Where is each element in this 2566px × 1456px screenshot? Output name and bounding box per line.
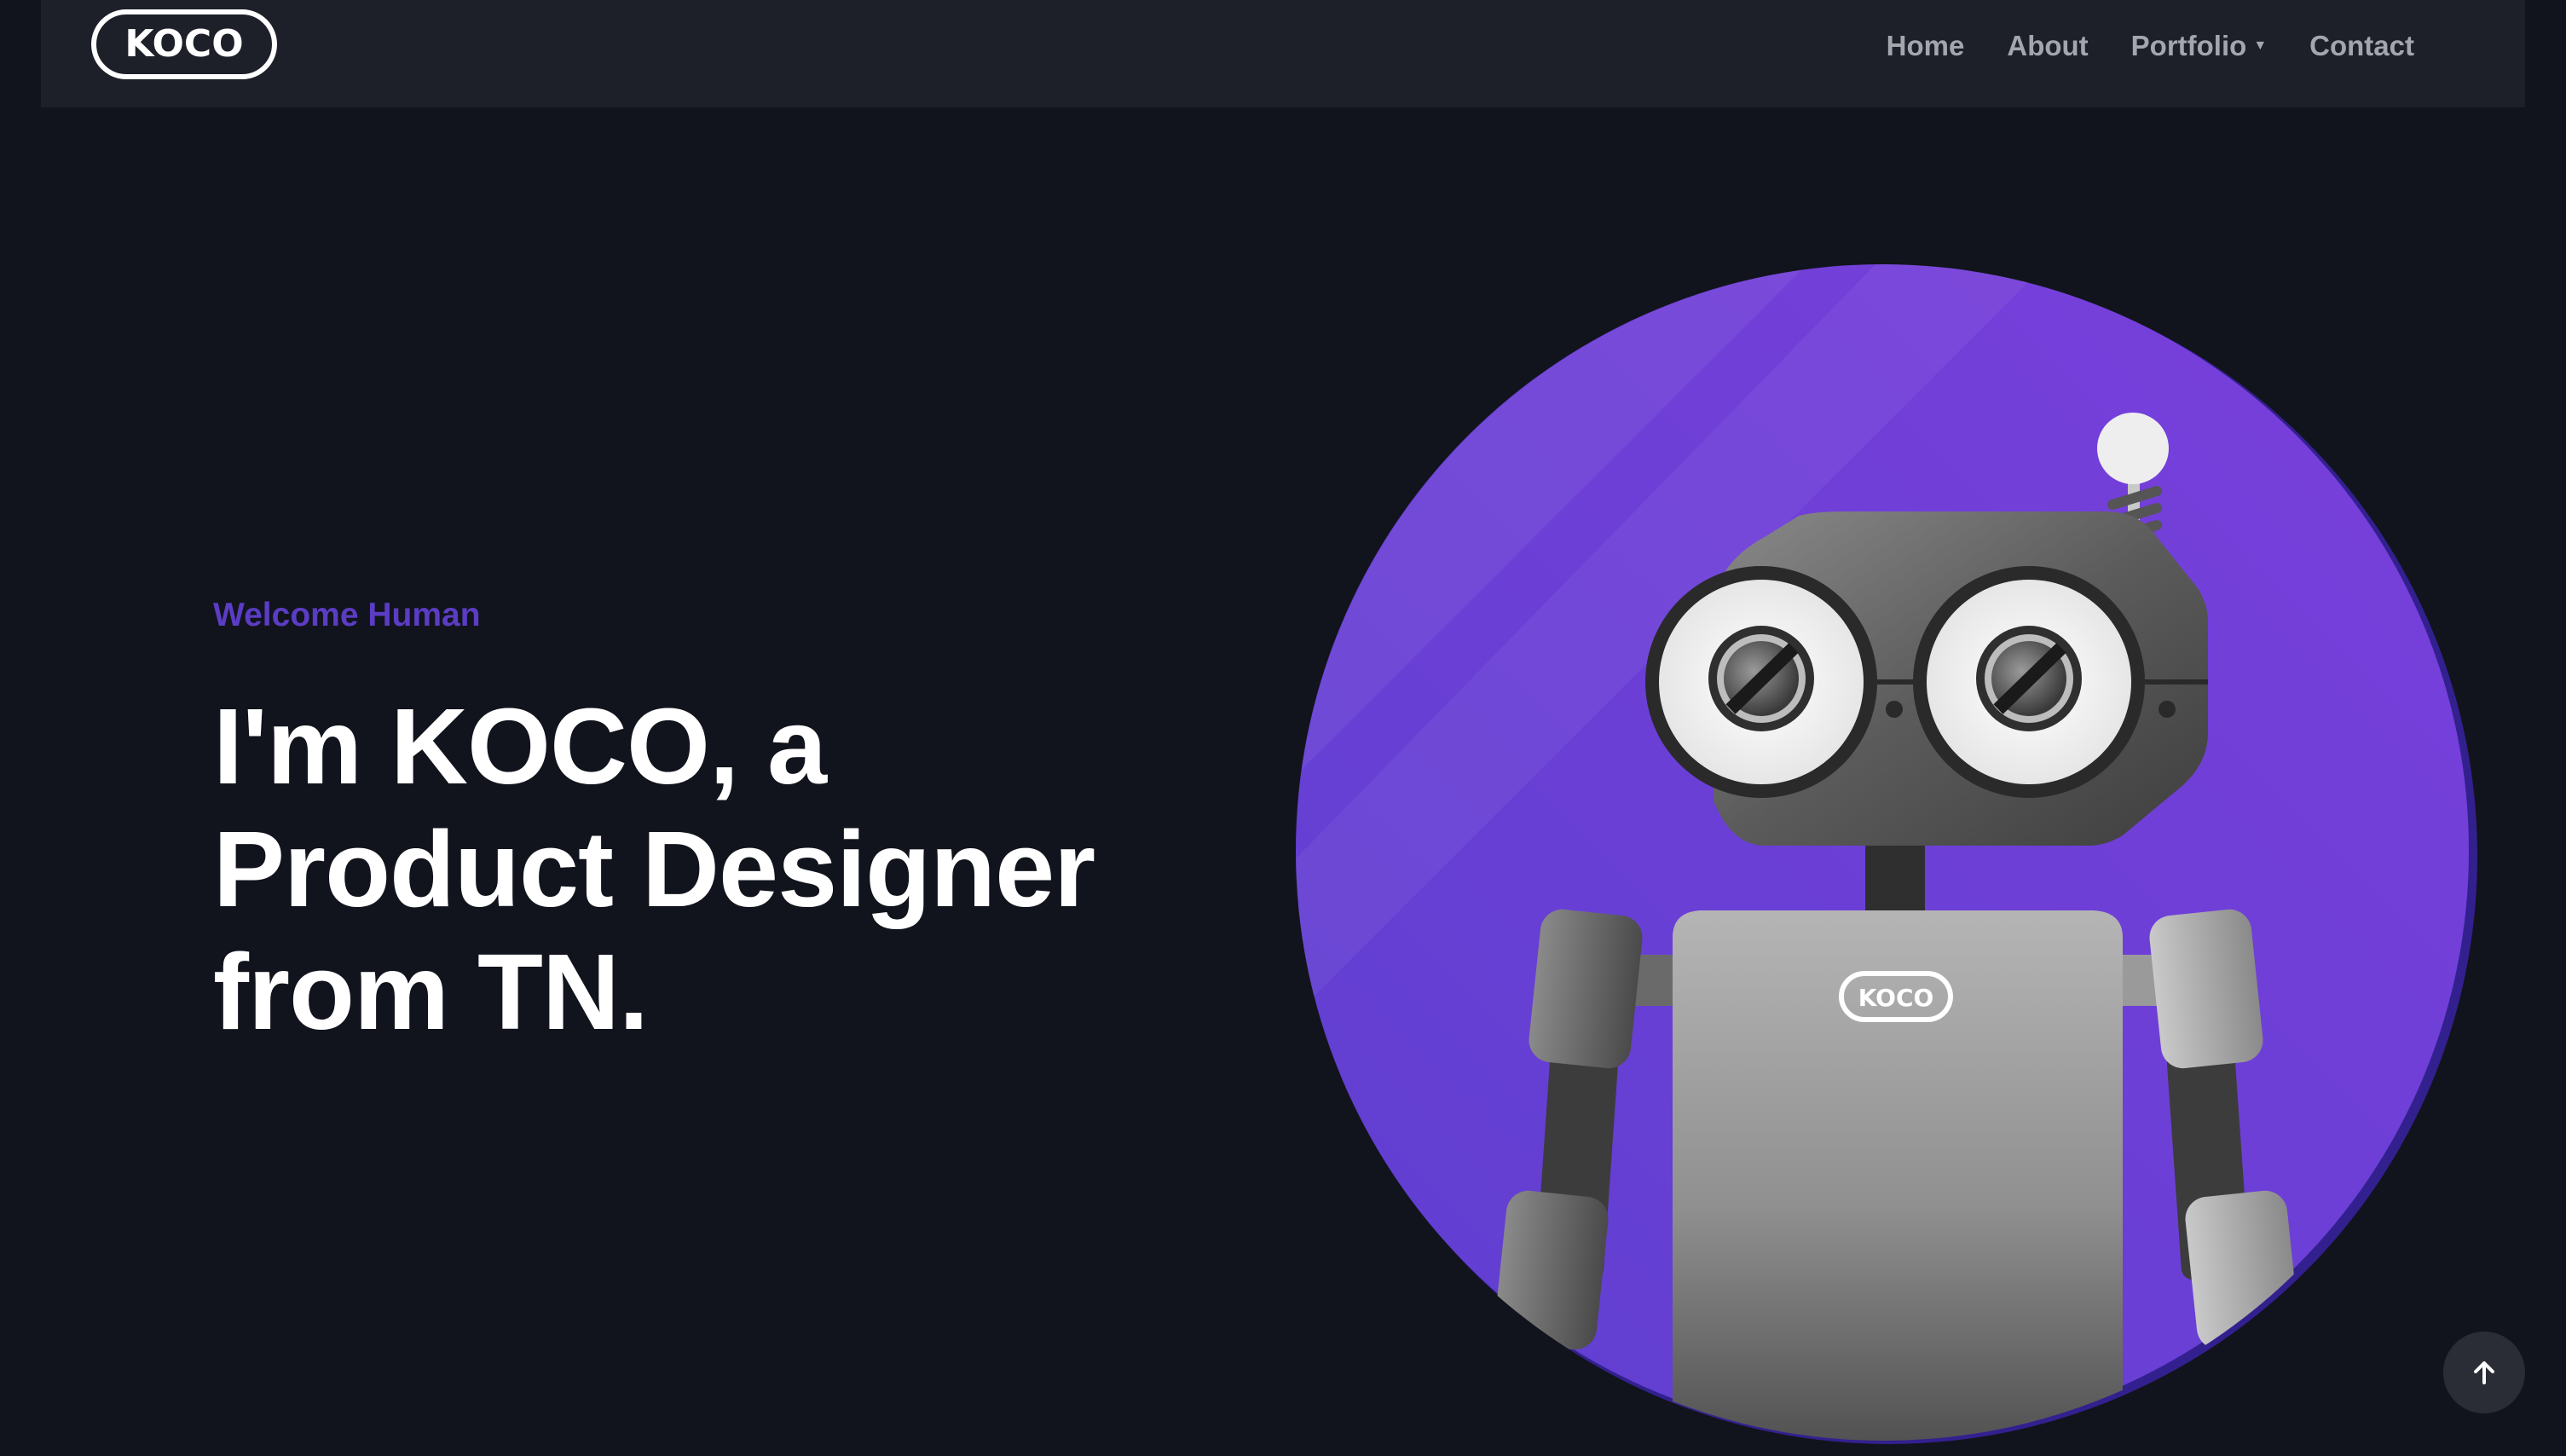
right-forearm xyxy=(2185,1190,2299,1350)
logo-text: KOCO xyxy=(124,22,243,66)
scroll-to-top-button[interactable] xyxy=(2443,1332,2525,1413)
nav-about-link[interactable]: About xyxy=(2007,30,2088,62)
caret-down-icon: ▼ xyxy=(2253,38,2268,53)
nav-contact-link[interactable]: Contact xyxy=(2309,30,2414,62)
hero-text: Welcome Human I'm KOCO, a Product Design… xyxy=(213,597,1095,1054)
left-forearm xyxy=(1494,1190,1609,1350)
nav-portfolio-label: Portfolio xyxy=(2130,30,2247,61)
right-eye xyxy=(1913,566,2145,798)
nav-about-label: About xyxy=(2007,30,2089,61)
nav-menu: Home About Portfolio ▼ Contact xyxy=(1844,26,2414,66)
koco-logo[interactable]: KOCO xyxy=(90,9,278,80)
navbar: KOCO Home About Portfolio ▼ Contact xyxy=(41,0,2525,107)
arrow-up-icon xyxy=(2474,1361,2494,1384)
nav-portfolio-dropdown[interactable]: Portfolio ▼ xyxy=(2131,30,2268,62)
hero-headline: I'm KOCO, a Product Designer from TN. xyxy=(213,685,1095,1054)
headline-line-1: I'm KOCO, a xyxy=(213,686,827,806)
nav-home-link[interactable]: Home xyxy=(1887,30,1965,62)
chest-logo-text: KOCO xyxy=(1858,984,1934,1012)
headline-line-3: from TN. xyxy=(213,932,649,1052)
headline-line-2: Product Designer xyxy=(213,809,1095,929)
robot-illustration: KOCO xyxy=(1296,264,2477,1444)
left-upper-arm xyxy=(1529,909,1643,1069)
right-upper-arm xyxy=(2149,909,2263,1069)
left-eye xyxy=(1645,566,1877,798)
nav-contact-label: Contact xyxy=(2309,30,2414,61)
hero-eyebrow: Welcome Human xyxy=(213,597,481,633)
nav-home-label: Home xyxy=(1886,30,1965,61)
page: KOCO Home About Portfolio ▼ Contact Welc… xyxy=(0,0,2566,1456)
